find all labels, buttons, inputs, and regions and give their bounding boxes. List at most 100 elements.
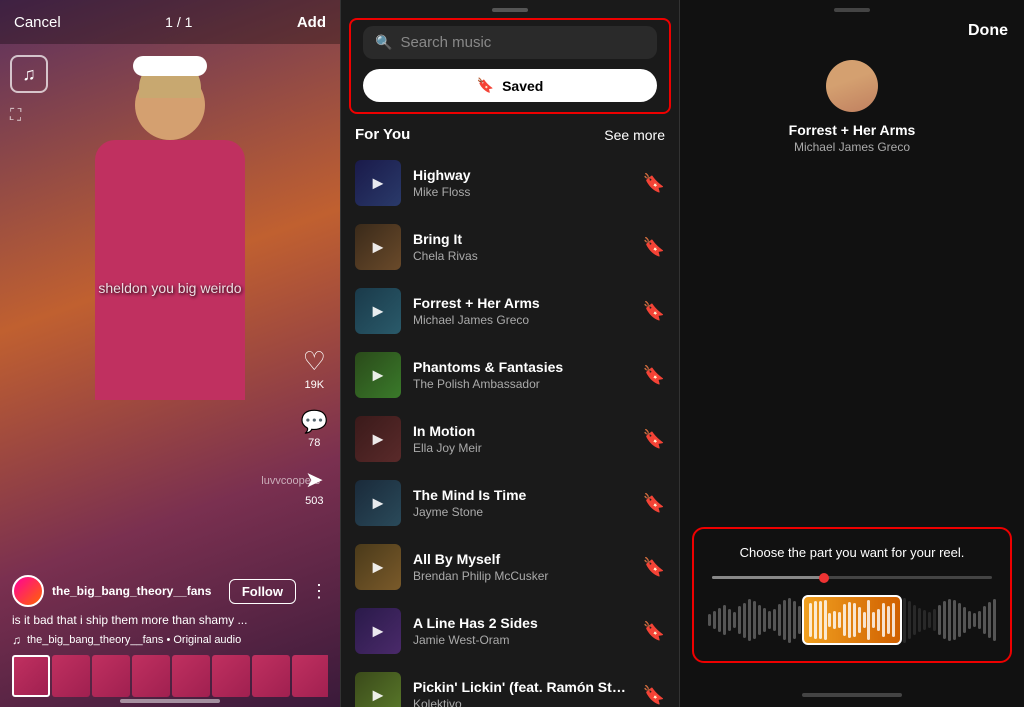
avatar (12, 575, 44, 607)
music-info: The Mind Is Time Jayme Stone (413, 487, 631, 519)
waveform-bar (738, 606, 741, 634)
waveform-bar (928, 612, 931, 628)
video-counter: 1 / 1 (165, 14, 192, 30)
bookmark-icon[interactable]: 🔖 (643, 493, 665, 514)
search-bar[interactable]: 🔍 Search music (363, 26, 657, 59)
film-frame[interactable] (52, 655, 90, 697)
play-icon: ▶ (373, 175, 384, 192)
music-list-item[interactable]: ▶ Bring It Chela Rivas 🔖 (341, 215, 679, 279)
music-artist: Michael James Greco (413, 313, 631, 327)
music-info: Pickin' Lickin' (feat. Ramón Stagnaro) K… (413, 679, 631, 707)
waveform[interactable] (708, 595, 996, 645)
waveform-bar (963, 607, 966, 633)
bookmark-icon[interactable]: 🔖 (643, 365, 665, 386)
play-icon: ▶ (373, 623, 384, 640)
waveform-bar (743, 603, 746, 638)
cancel-button[interactable]: Cancel (14, 14, 61, 31)
music-artist: Mike Floss (413, 185, 631, 199)
music-list-item[interactable]: ▶ Highway Mike Floss 🔖 (341, 151, 679, 215)
saved-button[interactable]: 🔖 Saved (363, 69, 657, 102)
film-frame[interactable] (212, 655, 250, 697)
music-info: In Motion Ella Joy Meir (413, 423, 631, 455)
waveform-bar (798, 606, 801, 634)
music-title: In Motion (413, 423, 631, 439)
music-list-item[interactable]: ▶ All By Myself Brendan Philip McCusker … (341, 535, 679, 599)
music-thumbnail: ▶ (355, 416, 401, 462)
saved-label: Saved (502, 78, 543, 94)
music-title: Phantoms & Fantasies (413, 359, 631, 375)
music-thumbnail: ▶ (355, 544, 401, 590)
share-button[interactable]: ➤ 503 (305, 467, 323, 507)
music-thumbnail: ▶ (355, 608, 401, 654)
music-artist: The Polish Ambassador (413, 377, 631, 391)
waveform-bar (983, 606, 986, 634)
waveform-bar (908, 601, 911, 639)
share-count: 503 (305, 495, 323, 507)
music-icon-box[interactable]: ♫ (10, 55, 48, 93)
avatar (826, 60, 878, 112)
music-artist: Jamie West-Oram (413, 633, 631, 647)
music-panel: 🔍 Search music 🔖 Saved For You See more … (340, 0, 680, 707)
username[interactable]: the_big_bang_theory__fans (52, 584, 221, 598)
bookmark-icon: 🔖 (477, 77, 494, 94)
bookmark-icon[interactable]: 🔖 (643, 429, 665, 450)
film-frame[interactable] (92, 655, 130, 697)
video-bottom: the_big_bang_theory__fans Follow ⋮ is it… (0, 575, 340, 707)
music-list-item[interactable]: ▶ Phantoms & Fantasies The Polish Ambass… (341, 343, 679, 407)
follow-button[interactable]: Follow (229, 579, 296, 604)
comment-button[interactable]: 💬 78 (301, 409, 328, 449)
waveform-bar (733, 612, 736, 628)
waveform-bar (923, 610, 926, 630)
film-frame[interactable] (132, 655, 170, 697)
trim-artist: Michael James Greco (794, 140, 910, 154)
waveform-bar (763, 608, 766, 632)
waveform-bar (968, 611, 971, 629)
like-button[interactable]: ♡ 19K (303, 346, 326, 391)
more-options-icon[interactable]: ⋮ (310, 581, 328, 602)
waveform-bar (768, 611, 771, 629)
done-button[interactable]: Done (968, 22, 1008, 40)
film-frame[interactable] (12, 655, 50, 697)
trim-header: Done (680, 12, 1024, 50)
film-frame[interactable] (292, 655, 328, 697)
play-icon: ▶ (373, 239, 384, 256)
music-list-item[interactable]: ▶ In Motion Ella Joy Meir 🔖 (341, 407, 679, 471)
play-icon: ▶ (373, 431, 384, 448)
music-title: A Line Has 2 Sides (413, 615, 631, 631)
music-list-item[interactable]: ▶ The Mind Is Time Jayme Stone 🔖 (341, 471, 679, 535)
music-info: All By Myself Brendan Philip McCusker (413, 551, 631, 583)
film-frame[interactable] (252, 655, 290, 697)
audio-label[interactable]: the_big_bang_theory__fans • Original aud… (27, 634, 241, 646)
music-thumbnail: ▶ (355, 224, 401, 270)
trim-selection-box: Choose the part you want for your reel. (692, 527, 1012, 663)
waveform-bar (933, 609, 936, 631)
share-icon: ➤ (305, 467, 323, 493)
music-list-item[interactable]: ▶ Pickin' Lickin' (feat. Ramón Stagnaro)… (341, 663, 679, 707)
bookmark-icon[interactable]: 🔖 (643, 237, 665, 258)
bookmark-icon[interactable]: 🔖 (643, 557, 665, 578)
see-more-button[interactable]: See more (604, 127, 665, 143)
music-title: All By Myself (413, 551, 631, 567)
home-indicator (802, 693, 902, 697)
music-info: Forrest + Her Arms Michael James Greco (413, 295, 631, 327)
bookmark-icon[interactable]: 🔖 (643, 301, 665, 322)
video-content (70, 70, 270, 450)
bookmark-icon[interactable]: 🔖 (643, 173, 665, 194)
waveform-bar (708, 614, 711, 626)
music-artist: Chela Rivas (413, 249, 631, 263)
music-title: Pickin' Lickin' (feat. Ramón Stagnaro) (413, 679, 631, 695)
waveform-bar (758, 605, 761, 635)
progress-track[interactable] (712, 576, 992, 579)
expand-icon[interactable]: ⛶ (10, 107, 48, 125)
bookmark-icon[interactable]: 🔖 (643, 621, 665, 642)
bookmark-icon[interactable]: 🔖 (643, 685, 665, 706)
music-list-item[interactable]: ▶ Forrest + Her Arms Michael James Greco… (341, 279, 679, 343)
music-list-item[interactable]: ▶ A Line Has 2 Sides Jamie West-Oram 🔖 (341, 599, 679, 663)
waveform-selection[interactable] (802, 595, 902, 645)
film-frame[interactable] (172, 655, 210, 697)
waveform-bar (943, 601, 946, 639)
add-button[interactable]: Add (297, 14, 326, 31)
video-topbar: Cancel 1 / 1 Add (0, 0, 340, 44)
waveform-bar (718, 608, 721, 632)
waveform-bar (773, 609, 776, 631)
